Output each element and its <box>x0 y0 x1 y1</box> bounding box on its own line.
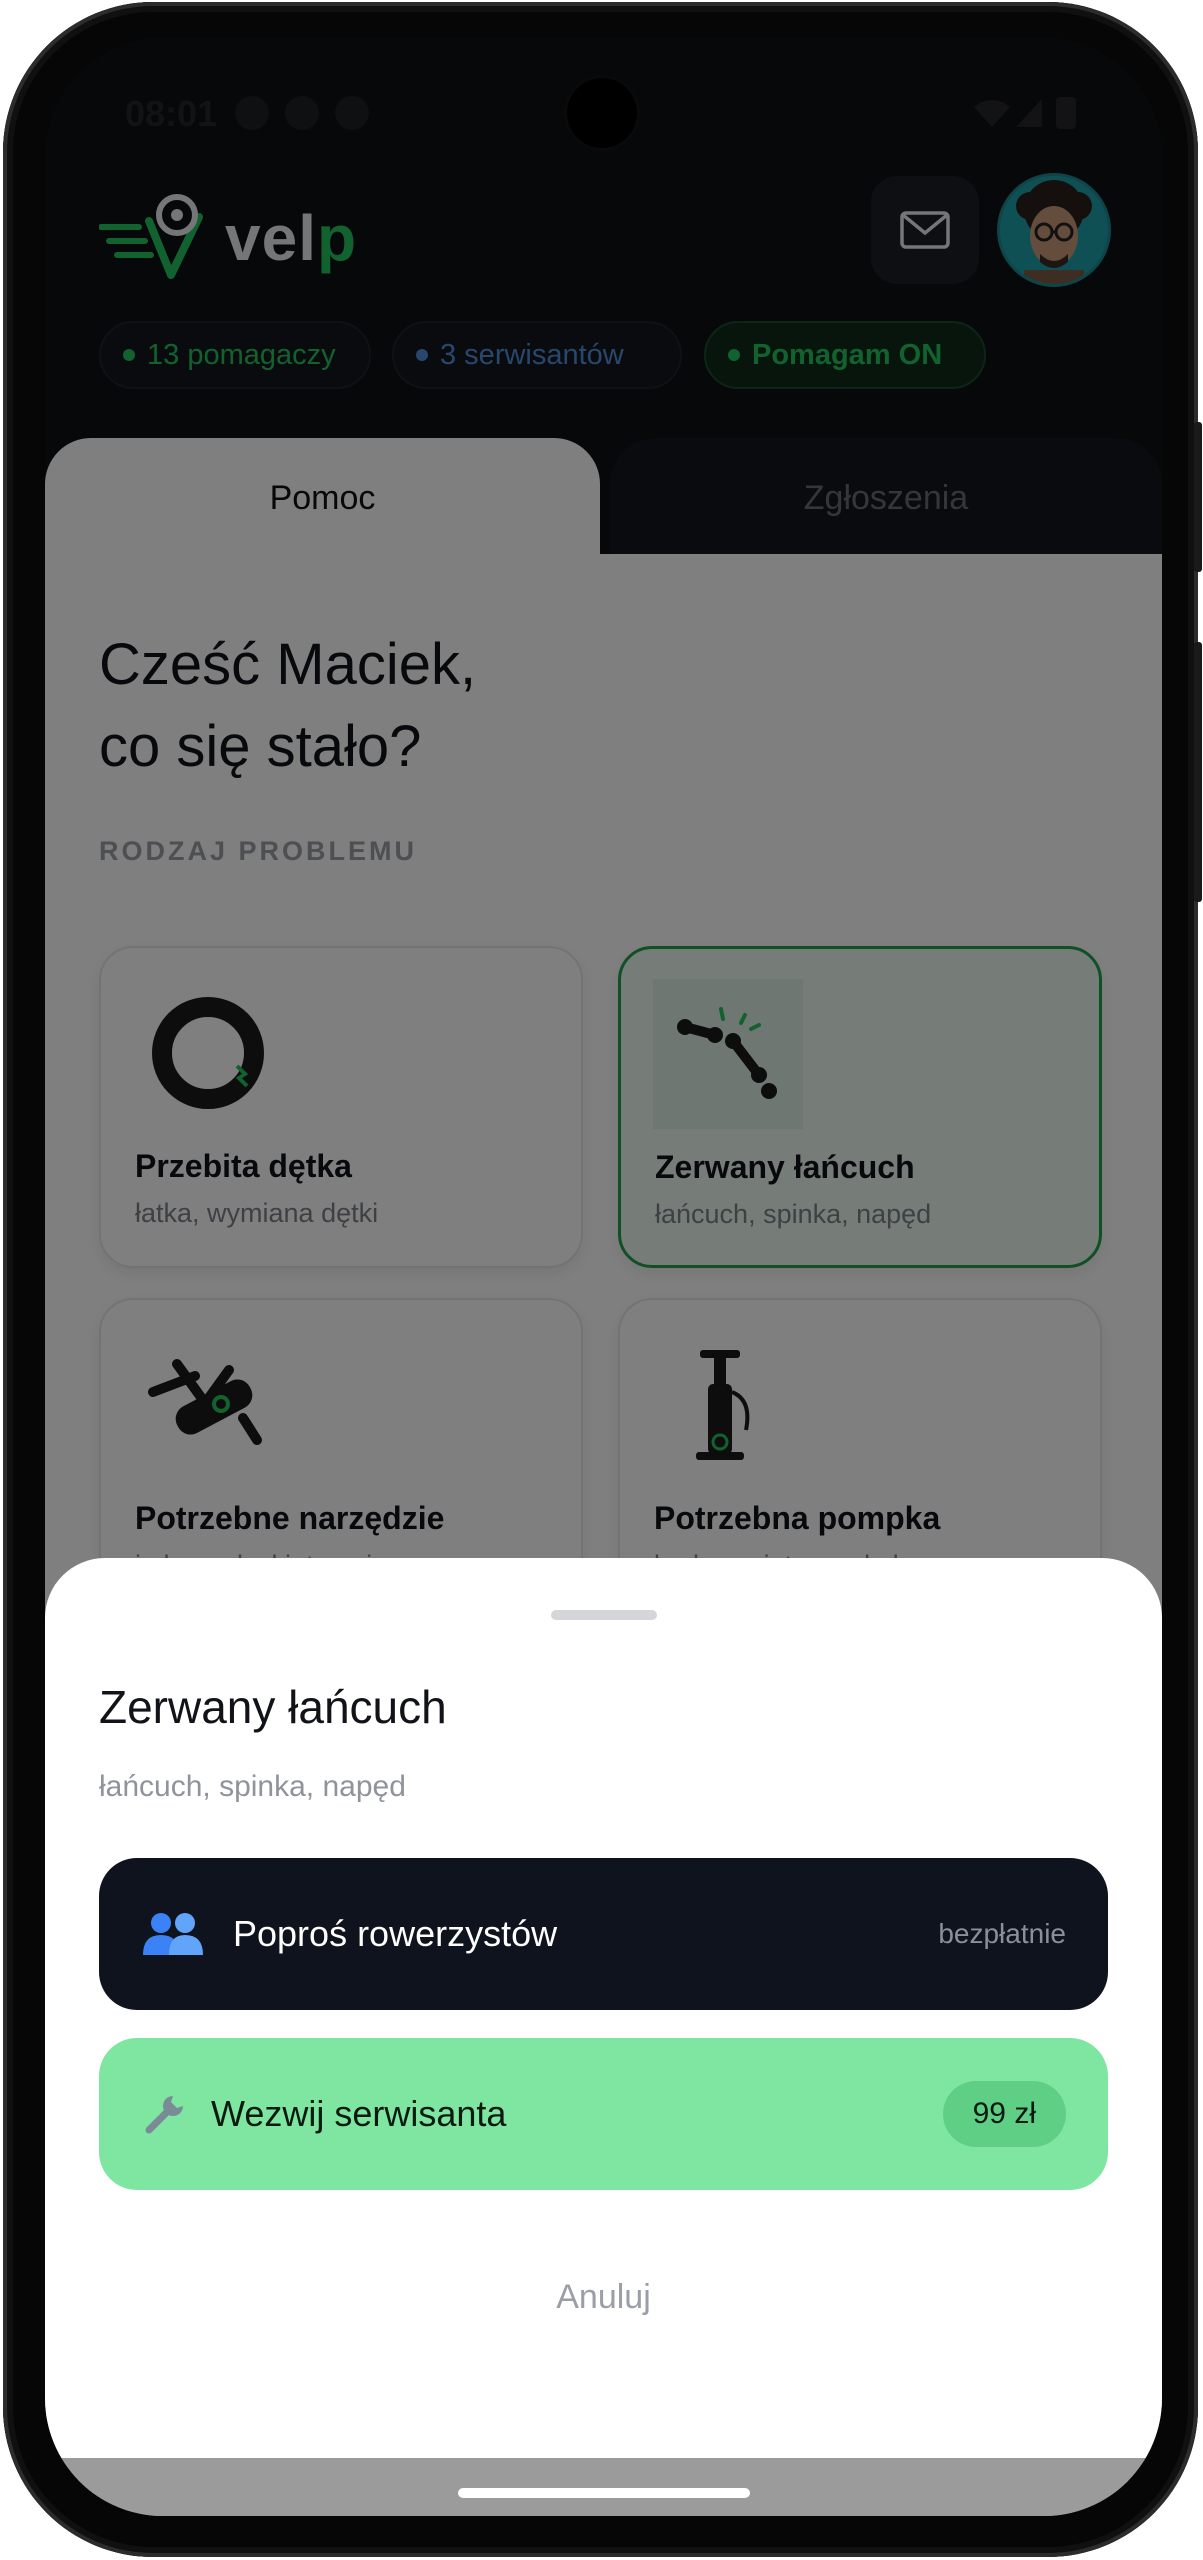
power-button <box>1194 422 1202 572</box>
mechanic-price-badge: 99 zł <box>942 2081 1066 2147</box>
cancel-button[interactable]: Anuluj <box>45 2278 1162 2317</box>
sheet-drag-handle[interactable] <box>551 1610 657 1620</box>
call-mechanic-button[interactable]: Wezwij serwisanta 99 zł <box>99 2038 1108 2190</box>
sheet-subtitle: łańcuch, spinka, napęd <box>99 1770 406 1803</box>
ask-cyclists-button[interactable]: Poproś rowerzystów bezpłatnie <box>99 1858 1108 2010</box>
bottom-sheet: Zerwany łańcuch łańcuch, spinka, napęd P… <box>45 1558 1162 2458</box>
ask-cyclists-label: Poproś rowerzystów <box>233 1913 558 1954</box>
sheet-title: Zerwany łańcuch <box>99 1681 447 1733</box>
home-indicator[interactable] <box>458 2488 750 2498</box>
people-icon <box>143 1913 203 1955</box>
ask-cyclists-price: bezpłatnie <box>938 1918 1066 1949</box>
phone-frame: 08:01 velp <box>3 2 1202 2557</box>
screen: 08:01 velp <box>45 38 1162 2516</box>
wrench-icon <box>145 2096 183 2134</box>
navigation-bar <box>45 2458 1162 2516</box>
volume-button <box>1194 642 1202 902</box>
call-mechanic-label: Wezwij serwisanta <box>211 2093 507 2134</box>
